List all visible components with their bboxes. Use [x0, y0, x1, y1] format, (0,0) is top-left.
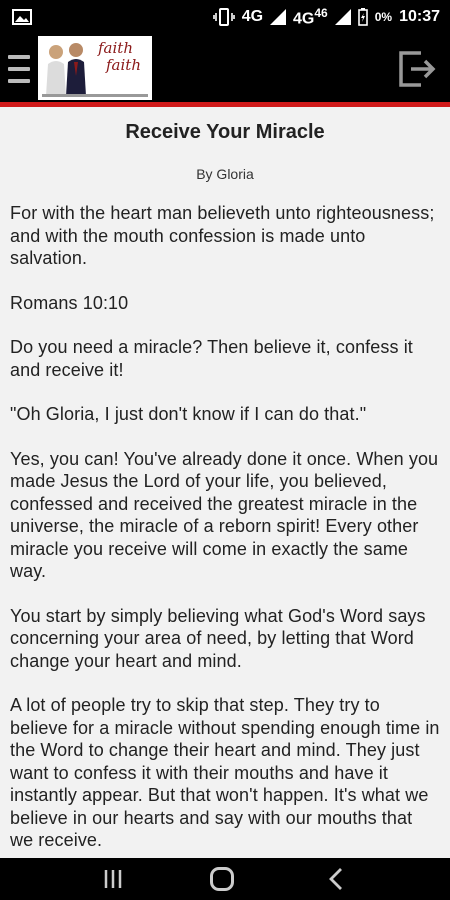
exit-icon[interactable]: [397, 50, 437, 88]
article-body: For with the heart man believeth unto ri…: [0, 202, 450, 852]
menu-icon[interactable]: [8, 55, 30, 83]
article-paragraph: "Oh Gloria, I just don't know if I can d…: [10, 404, 367, 424]
app-logo: faith faith: [38, 36, 152, 100]
status-bar: 4G 4G46 0% 10:37: [0, 0, 450, 34]
clock: 10:37: [399, 8, 440, 25]
home-icon[interactable]: [210, 867, 234, 891]
logo-people-image: [38, 36, 98, 100]
article-paragraph: For with the heart man believeth unto ri…: [10, 203, 435, 268]
article-paragraph: A lot of people try to skip that step. T…: [10, 695, 440, 850]
recent-apps-icon[interactable]: [103, 868, 123, 890]
article-content[interactable]: Receive Your Miracle By Gloria For with …: [0, 107, 450, 858]
article-paragraph: Romans 10:10: [10, 292, 129, 313]
article-paragraph: Yes, you can! You've already done it onc…: [10, 448, 439, 582]
logo-tagline-bar: [42, 94, 148, 97]
system-nav-bar: [0, 858, 450, 900]
network-type-1: 4G: [241, 8, 264, 25]
article-byline: By Gloria: [196, 166, 254, 182]
signal-icon-2: [334, 9, 351, 25]
back-icon[interactable]: [328, 867, 344, 891]
battery-charging-icon: [357, 8, 368, 26]
article-paragraph: Do you need a miracle? Then believe it, …: [10, 337, 413, 380]
status-indicators: 4G 4G46 0% 10:37: [212, 5, 440, 28]
signal-icon: [270, 9, 287, 25]
article-title: Receive Your Miracle: [125, 121, 325, 143]
article-paragraph: You start by simply believing what God's…: [10, 605, 426, 671]
battery-level: 0%: [374, 10, 393, 24]
gallery-notification-icon: [12, 9, 32, 25]
logo-text: faith faith: [98, 39, 141, 74]
network-type-2: 4G46: [293, 5, 328, 28]
vibrate-icon: [212, 8, 235, 26]
